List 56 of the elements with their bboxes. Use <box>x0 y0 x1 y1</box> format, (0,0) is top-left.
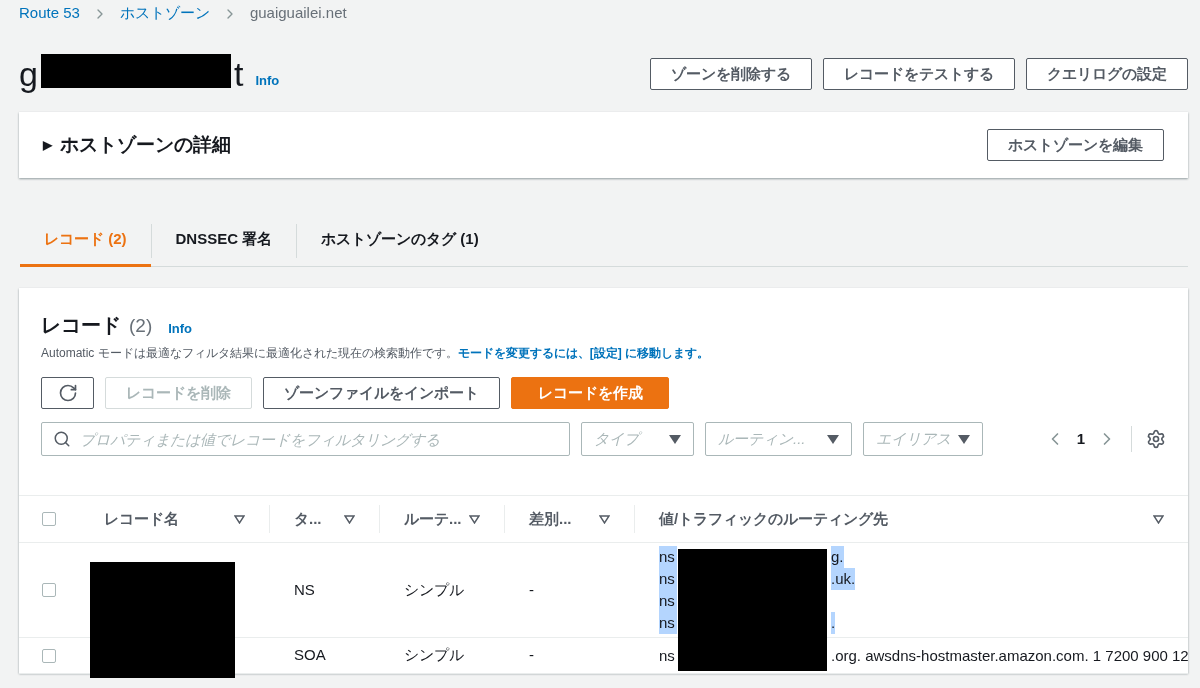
header-button[interactable]: ゾーンを削除する <box>650 58 812 90</box>
info-link[interactable]: Info <box>255 70 280 90</box>
table-cell: ns <box>659 590 677 612</box>
page-title: g <box>19 56 38 92</box>
settings-icon[interactable] <box>1146 429 1166 449</box>
page-title: t <box>233 56 244 92</box>
table-cell-text: ns <box>659 645 676 666</box>
table-cell: .uk. <box>831 568 856 590</box>
caret-icon <box>827 434 839 444</box>
column-header[interactable]: タ... <box>294 507 322 531</box>
column-header[interactable]: 差別... <box>529 507 572 531</box>
search-field[interactable]: プロパティまたは値でレコードをフィルタリングする <box>41 422 570 456</box>
header-button[interactable]: クエリログの設定 <box>1026 58 1188 90</box>
breadcrumb-link[interactable]: ホストゾーン <box>119 2 210 25</box>
info-link[interactable]: Info <box>168 318 193 338</box>
checkbox[interactable] <box>42 648 56 663</box>
search-icon <box>53 430 71 448</box>
caret-icon <box>958 434 970 444</box>
sort-icon[interactable] <box>599 514 610 524</box>
table-cell: . <box>831 612 836 634</box>
column-header[interactable]: 値/トラフィックのルーティング先 <box>659 507 889 531</box>
column-header[interactable]: ルーテ... <box>404 507 462 531</box>
checkbox[interactable] <box>42 512 56 526</box>
breadcrumb-link[interactable]: Route 53 <box>19 2 80 25</box>
tab[interactable]: ホストゾーンのタグ (1) <box>297 214 503 267</box>
table-cell: ns <box>659 612 677 634</box>
panel-title: レコード <box>41 313 121 338</box>
column-header[interactable]: レコード名 <box>104 507 179 531</box>
header-button[interactable]: レコードをテストする <box>823 58 1015 90</box>
table-cell: - <box>529 646 534 664</box>
checkbox[interactable] <box>42 583 56 597</box>
table-cell: SOA <box>294 646 326 664</box>
refresh-icon <box>57 383 78 403</box>
table-cell: - <box>529 580 534 598</box>
refresh-button[interactable] <box>41 377 94 409</box>
sort-icon[interactable] <box>234 514 245 524</box>
sort-icon[interactable] <box>469 514 480 524</box>
action-button[interactable]: ゾーンファイルをインポート <box>263 377 500 409</box>
description-text: Automatic モードは最適なフィルタ結果に最適化された現在の検索動作です。 <box>41 345 458 362</box>
breadcrumb-current: guaiguailei.net <box>249 3 347 24</box>
table-cell-text: .org. awsdns-hostmaster.amazon.com. 1 7200 900 12 <box>831 645 1188 666</box>
edit-zone-button[interactable]: ホストゾーンを編集 <box>987 129 1164 161</box>
tab[interactable]: DNSSEC 署名 <box>151 214 297 267</box>
table-cell: NS <box>294 580 315 598</box>
caret-icon <box>669 434 681 444</box>
table-cell: ns <box>659 568 677 590</box>
details-toggle[interactable]: ▶ ホストゾーンの詳細 <box>43 130 231 160</box>
record-count: (2) <box>129 313 153 338</box>
page-number[interactable]: 1 <box>1076 427 1085 451</box>
sort-icon[interactable] <box>344 514 355 524</box>
table-cell: g. <box>831 546 844 568</box>
settings-link[interactable]: モードを変更するには、[設定] に移動します。 <box>457 344 710 362</box>
table-cell: ns <box>659 546 677 568</box>
table-cell: シンプル <box>404 580 464 598</box>
table-cell: シンプル <box>404 646 464 664</box>
sort-icon[interactable] <box>1153 514 1164 524</box>
